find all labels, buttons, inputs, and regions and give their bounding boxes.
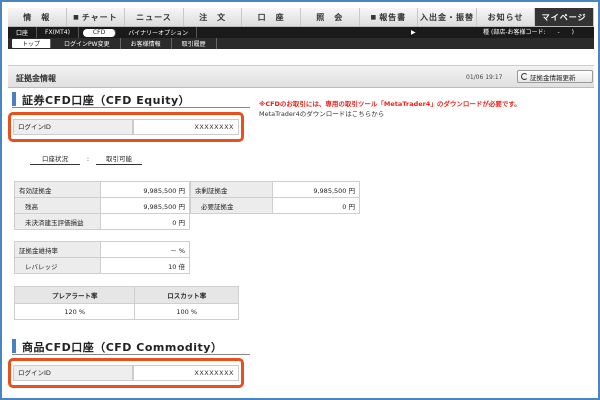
nav-inquiry-label: 照 会 <box>316 12 344 22</box>
nav-order-label: 注 文 <box>199 12 227 22</box>
square-icon: ■ <box>370 13 378 21</box>
required-margin-value: 0 円 <box>272 197 360 214</box>
nav-notice[interactable]: お知らせ <box>476 8 536 26</box>
play-arrow-icon[interactable]: ▶ <box>411 27 416 38</box>
prealert-value: 120 % <box>13 303 136 320</box>
account-type-bar: 口座 FX(MT4) CFD バイナリーオプション ▶ 種 (部店-お客様コード… <box>8 27 594 38</box>
mt4-download-link[interactable]: こちらから <box>352 110 385 118</box>
equity-login-value: XXXXXXXX <box>133 119 239 135</box>
table-row: 未決済建玉評価損益 0 円 <box>14 213 190 230</box>
funds-table: 有効証拠金 9,985,500 円 残高 9,985,500 円 未決済建玉評価… <box>14 181 190 230</box>
losscut-value: 100 % <box>134 303 239 320</box>
account-status-value: 取引可能 <box>96 153 142 165</box>
table-row: 残高 9,985,500 円 <box>14 197 190 214</box>
nav-deposit-label: 入出金・振替 <box>419 12 474 22</box>
table-row: レバレッジ 10 倍 <box>14 257 190 274</box>
page-title: 証拠金情報 <box>16 74 56 83</box>
tab-login-password[interactable]: ログインPW変更 <box>54 38 121 49</box>
page-container: 情 報 ■ チャート ニュース 注 文 口 座 照 会 ■ 報告書 入出金・振替 お… <box>8 8 594 396</box>
nav-report-label: 報告書 <box>379 12 407 22</box>
nav-news[interactable]: ニュース <box>125 8 184 26</box>
unrealized-pl-label: 未決済建玉評価損益 <box>14 213 101 230</box>
equity-login-label: ログインID <box>13 119 133 135</box>
required-margin-label: 必要証拠金 <box>190 197 273 214</box>
maintenance-ratio-label: 証拠金維持率 <box>14 241 101 258</box>
tab-trade-history[interactable]: 取引履歴 <box>172 38 217 49</box>
leverage-label: レバレッジ <box>14 257 101 274</box>
screenshot-frame: 情 報 ■ チャート ニュース 注 文 口 座 照 会 ■ 報告書 入出金・振替 お… <box>0 0 600 400</box>
surplus-margin-value: 9,985,500 円 <box>272 181 360 198</box>
nav-account-label: 口 座 <box>257 12 285 22</box>
unrealized-pl-value: 0 円 <box>100 213 190 230</box>
equity-login-box: ログインID XXXXXXXX <box>8 112 244 142</box>
tab-account[interactable]: 口座 <box>8 27 38 38</box>
nav-mypage[interactable]: マイページ <box>535 8 594 26</box>
account-status: 口座状況: 取引可能 <box>30 153 142 165</box>
sub-navigation: トップ ログインPW変更 お客様情報 取引履歴 <box>8 38 594 49</box>
nav-news-label: ニュース <box>136 12 172 22</box>
losscut-header: ロスカット率 <box>134 286 239 304</box>
refresh-margin-button[interactable]: 証拠金情報更新 <box>517 70 593 83</box>
table-row: 120 % 100 % <box>13 303 239 320</box>
nav-report[interactable]: ■ 報告書 <box>359 8 419 26</box>
nav-mypage-label: マイページ <box>541 12 587 22</box>
equity-heading-divider <box>12 107 250 108</box>
nav-inquiry[interactable]: 照 会 <box>300 8 360 26</box>
balance-label: 残高 <box>14 197 101 214</box>
top-navigation: 情 報 ■ チャート ニュース 注 文 口 座 照 会 ■ 報告書 入出金・振替 お… <box>8 8 594 27</box>
leverage-value: 10 倍 <box>100 257 190 274</box>
customer-code: 種 (部店-お客様コード: - ) <box>483 29 574 36</box>
square-icon: ■ <box>73 13 80 21</box>
table-row: 証拠金維持率 － % <box>14 241 190 258</box>
tab-fx-mt4[interactable]: FX(MT4) <box>37 27 79 38</box>
nav-chart[interactable]: ■ チャート <box>66 8 126 26</box>
table-row: 余剰証拠金 9,985,500 円 <box>190 181 360 198</box>
nav-info-label: 情 報 <box>23 12 51 22</box>
page-header: 証拠金情報 01/06 19:17 証拠金情報更新 <box>8 65 594 88</box>
tab-customer-info[interactable]: お客様情報 <box>121 38 172 49</box>
effective-margin-value: 9,985,500 円 <box>100 181 190 198</box>
table-header-row: プレアラート率 ロスカット率 <box>13 286 239 304</box>
refresh-icon <box>521 73 528 80</box>
effective-margin-label: 有効証拠金 <box>14 181 101 198</box>
nav-account[interactable]: 口 座 <box>242 8 301 26</box>
tab-binary-option[interactable]: バイナリーオプション <box>120 27 198 38</box>
refresh-label: 証拠金情報更新 <box>530 73 576 82</box>
nav-info[interactable]: 情 報 <box>8 8 67 26</box>
tab-top[interactable]: トップ <box>12 39 52 48</box>
surplus-table: 余剰証拠金 9,985,500 円 必要証拠金 0 円 <box>190 181 360 214</box>
nav-notice-label: お知らせ <box>487 12 524 22</box>
table-row: 必要証拠金 0 円 <box>190 197 360 214</box>
table-row: 有効証拠金 9,985,500 円 <box>14 181 190 198</box>
commodity-heading-divider <box>12 354 250 355</box>
commodity-login-box: ログインID XXXXXXXX <box>8 358 244 388</box>
commodity-login-value: XXXXXXXX <box>133 365 239 381</box>
ratio-table: 証拠金維持率 － % レバレッジ 10 倍 <box>14 241 190 274</box>
nav-order[interactable]: 注 文 <box>183 8 243 26</box>
mt4-notice: ※CFDのお取引には、専用の取引ツール「MetaTrader4」のダウンロードが… <box>259 100 521 108</box>
account-status-sep: : <box>86 155 90 163</box>
commodity-login-label: ログインID <box>13 365 133 381</box>
surplus-margin-label: 余剰証拠金 <box>190 181 273 198</box>
prealert-header: プレアラート率 <box>13 286 136 304</box>
balance-value: 9,985,500 円 <box>100 197 190 214</box>
nav-deposit[interactable]: 入出金・振替 <box>418 8 477 26</box>
account-status-label: 口座状況 <box>30 153 80 165</box>
commodity-section-heading: 商品CFD口座（CFD Commodity） <box>12 339 222 354</box>
mt4-download-text: MetaTrader4のダウンロードはこちらから <box>259 108 384 118</box>
update-timestamp: 01/06 19:17 <box>466 74 503 81</box>
mt4-download-prefix: MetaTrader4のダウンロードは <box>259 110 352 118</box>
equity-section-heading: 証券CFD口座（CFD Equity） <box>12 92 190 107</box>
alert-rate-table: プレアラート率 ロスカット率 120 % 100 % <box>13 286 239 320</box>
maintenance-ratio-value: － % <box>100 241 190 258</box>
tab-cfd[interactable]: CFD <box>82 28 117 37</box>
nav-chart-label: チャート <box>81 12 118 22</box>
